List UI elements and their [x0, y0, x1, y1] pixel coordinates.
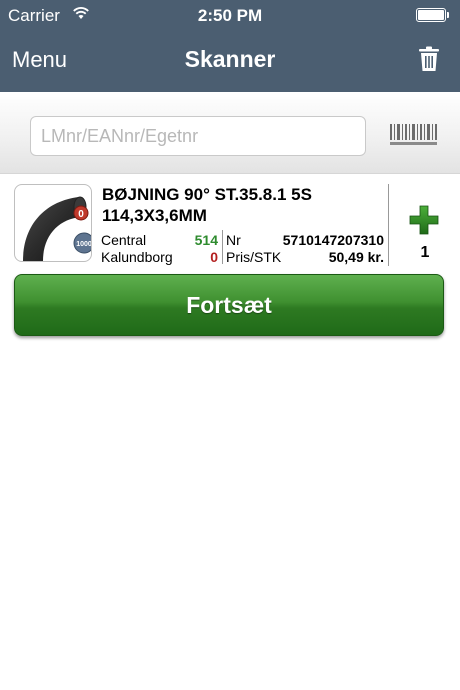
svg-text:0: 0 — [78, 209, 84, 220]
nr-label: Nr — [226, 232, 241, 248]
price-value: 50,49 kr. — [328, 249, 384, 265]
navigation-header: Carrier 2:50 PM Menu Skanner — [0, 0, 460, 92]
plus-icon[interactable] — [408, 204, 440, 236]
battery-icon — [416, 8, 449, 22]
svg-text:1000: 1000 — [76, 241, 92, 248]
status-time: 2:50 PM — [197, 6, 263, 25]
page-title: Skanner — [184, 46, 276, 72]
barcode-icon[interactable] — [388, 122, 440, 148]
continue-button[interactable]: Fortsæt — [14, 274, 444, 336]
stock-location-central: Central — [101, 232, 147, 248]
trash-icon[interactable] — [418, 46, 440, 72]
pipe-bend-image: 0 1000 — [23, 196, 92, 261]
product-image: 0 1000 — [14, 184, 92, 262]
stock-quantity-central: 514 — [194, 232, 218, 248]
stock-location-kalundborg: Kalundborg — [101, 249, 173, 265]
quantity-value: 1 — [420, 244, 430, 261]
nr-value: 5710147207310 — [282, 232, 384, 248]
product-name: BØJNING 90° ST.35.8.1 5S 114,3X3,6MM — [102, 185, 312, 225]
search-bar — [0, 92, 460, 174]
column-divider — [222, 230, 223, 264]
search-input[interactable] — [30, 116, 366, 156]
product-card[interactable]: 0 1000 BØJNING 90° ST.35.8.1 5S 114,3X3,… — [12, 182, 448, 266]
stock-quantity-kalundborg: 0 — [210, 249, 218, 265]
action-divider — [388, 184, 389, 266]
